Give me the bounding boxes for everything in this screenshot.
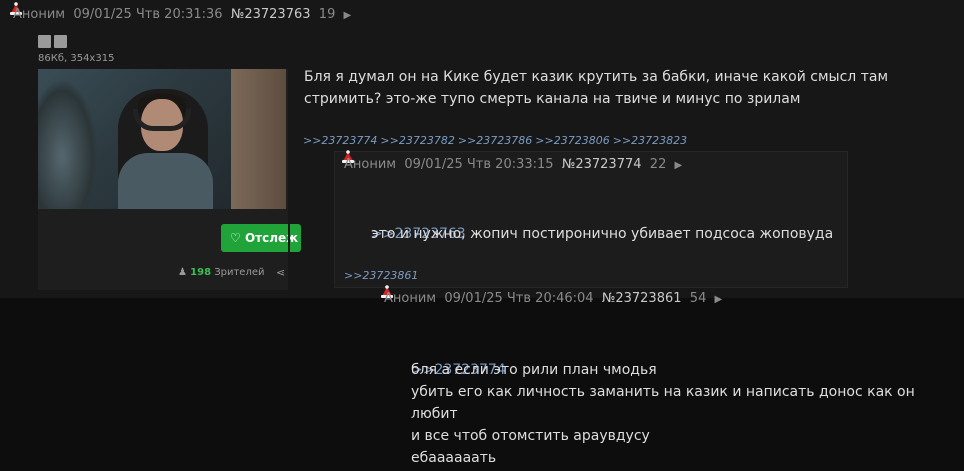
viewers-info: ♟ 198 Зрителей	[178, 267, 265, 278]
square-icon[interactable]	[38, 35, 51, 48]
post-date: 09/01/25 Чтв 20:31:36	[73, 7, 223, 22]
people-icon: ♟	[178, 267, 187, 278]
follow-label: Отслеж	[244, 231, 299, 245]
stream-preview	[38, 69, 286, 209]
share-icon[interactable]: ⋖	[276, 266, 285, 279]
reply-count: 54	[689, 291, 707, 306]
triangle-right-icon[interactable]: ▶	[674, 160, 682, 171]
post-body: это и нужно, жопич постиронично убивает …	[371, 226, 834, 242]
viewers-count: 198	[190, 267, 212, 278]
heart-icon: ♡	[230, 231, 241, 245]
post-header: Аноним 09/01/25 Чтв 20:46:04 №23723861 5…	[384, 291, 722, 306]
reply-link[interactable]: >>23723774	[303, 134, 377, 147]
author-name: Аноним	[384, 291, 437, 306]
file-meta: 86Кб, 354x315	[38, 53, 115, 64]
reply-links: >>23723774 >>23723782 >>23723786 >>23723806…	[303, 134, 690, 147]
post-date: 09/01/25 Чтв 20:33:15	[404, 157, 554, 172]
attached-image[interactable]	[38, 69, 288, 290]
triangle-right-icon[interactable]: ▶	[714, 294, 722, 305]
file-actions	[38, 35, 70, 52]
author-name: Аноним	[344, 157, 397, 172]
post-header: Аноним 09/01/25 Чтв 20:33:15 №23723774 2…	[344, 157, 682, 172]
post-header: Аноним 09/01/25 Чтв 20:31:36 №23723763 1…	[13, 7, 351, 22]
reply-link[interactable]: >>23723806	[535, 134, 609, 147]
reply-link[interactable]: >>23723861	[344, 269, 418, 282]
post-number[interactable]: №23723763	[231, 7, 311, 22]
post-number[interactable]: №23723774	[562, 157, 642, 172]
reply-link[interactable]: >>23723786	[458, 134, 532, 147]
post-body: бля а если это рили план чмодья убить ег…	[411, 362, 915, 466]
reply-count: 19	[318, 7, 336, 22]
reply-count: 22	[649, 157, 667, 172]
post-date: 09/01/25 Чтв 20:46:04	[444, 291, 594, 306]
post-body: Бля я думал он на Кике будет казик крути…	[304, 69, 889, 107]
reply-link[interactable]: >>23723823	[613, 134, 687, 147]
viewers-label: Зрителей	[214, 267, 265, 278]
triangle-right-icon[interactable]: ▶	[343, 10, 351, 21]
square-icon[interactable]	[54, 35, 67, 48]
reply-link[interactable]: >>23723782	[380, 134, 454, 147]
author-name: Аноним	[13, 7, 66, 22]
reply-post: Аноним 09/01/25 Чтв 20:33:15 №23723774 2…	[334, 150, 848, 288]
post-number[interactable]: №23723861	[602, 291, 682, 306]
